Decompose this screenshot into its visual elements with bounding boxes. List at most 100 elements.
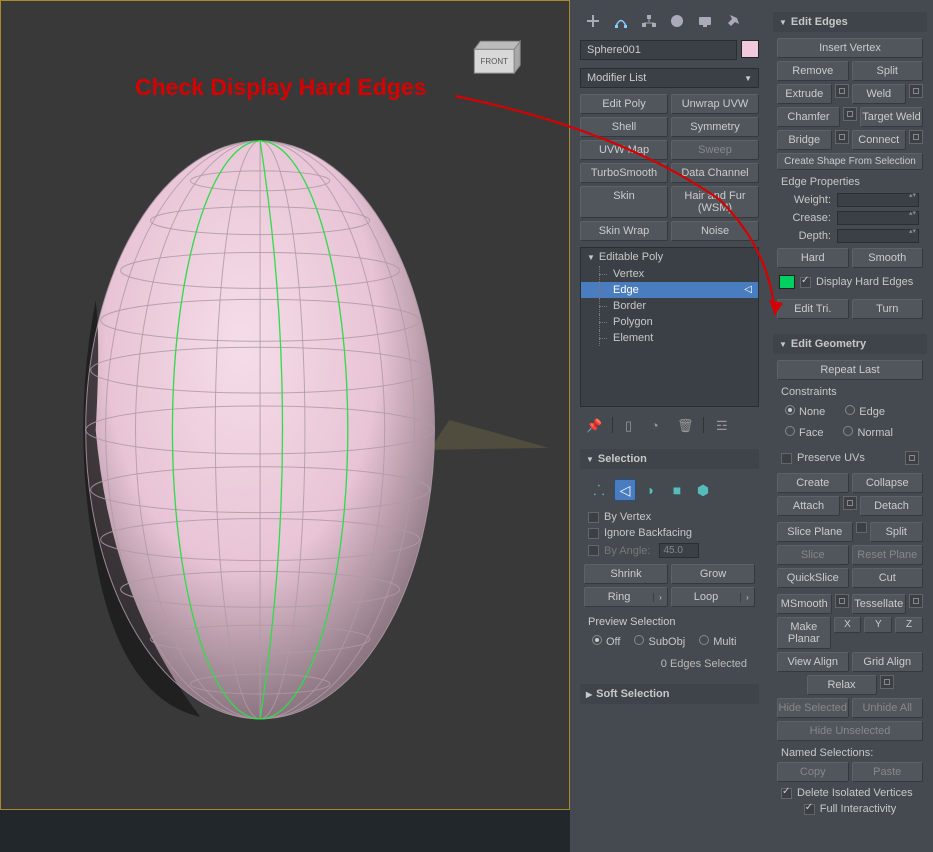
element-mode-icon[interactable]: ⬢ xyxy=(692,479,714,501)
chamfer-settings-icon[interactable] xyxy=(843,107,857,121)
preview-subobj-radio[interactable]: SubObj xyxy=(634,635,685,648)
relax-settings-icon[interactable] xyxy=(880,675,894,689)
planar-x-button[interactable]: X xyxy=(834,617,862,633)
attach-button[interactable]: Attach xyxy=(777,496,840,516)
pin-stack-icon[interactable]: 📌 xyxy=(586,418,600,432)
copy-selection-button[interactable]: Copy xyxy=(777,762,849,782)
depth-spinner[interactable] xyxy=(837,229,919,243)
ring-button[interactable]: Ring› xyxy=(584,587,668,607)
stack-sub-vertex[interactable]: Vertex xyxy=(581,266,758,282)
border-mode-icon[interactable]: ◗ xyxy=(640,479,662,501)
insert-vertex-button[interactable]: Insert Vertex xyxy=(777,38,923,58)
mod-btn-skin[interactable]: Skin xyxy=(580,186,668,218)
planar-z-button[interactable]: Z xyxy=(895,617,923,633)
selection-header[interactable]: Selection xyxy=(580,449,759,469)
create-button[interactable]: Create xyxy=(777,473,849,493)
modifier-list-dropdown[interactable]: Modifier List ▼ xyxy=(580,68,759,88)
paste-selection-button[interactable]: Paste xyxy=(852,762,924,782)
preview-off-radio[interactable]: Off xyxy=(592,635,620,648)
shrink-button[interactable]: Shrink xyxy=(584,564,668,584)
slice-split-button[interactable]: Split xyxy=(870,522,923,542)
mod-btn-shell[interactable]: Shell xyxy=(580,117,668,137)
stack-sub-edge[interactable]: Edge xyxy=(581,282,758,298)
make-planar-button[interactable]: Make Planar xyxy=(777,617,831,649)
mod-btn-unwrapuvw[interactable]: Unwrap UVW xyxy=(671,94,759,114)
constraint-edge-radio[interactable]: Edge xyxy=(845,405,885,418)
cut-button[interactable]: Cut xyxy=(852,568,924,588)
remove-modifier-icon[interactable]: 🗑 xyxy=(677,418,691,432)
edit-edges-header[interactable]: Edit Edges xyxy=(773,12,927,32)
polygon-mode-icon[interactable]: ■ xyxy=(666,479,688,501)
slice-split-checkbox[interactable] xyxy=(856,522,867,533)
target-weld-button[interactable]: Target Weld xyxy=(860,107,923,127)
crease-spinner[interactable] xyxy=(837,211,919,225)
mod-btn-hairfur[interactable]: Hair and Fur (WSM) xyxy=(671,186,759,218)
connect-button[interactable]: Connect xyxy=(852,130,907,150)
modifier-stack[interactable]: Editable Poly Vertex Edge Border Polygon… xyxy=(580,247,759,407)
mod-btn-uvwmap[interactable]: UVW Map xyxy=(580,140,668,160)
reset-plane-button[interactable]: Reset Plane xyxy=(852,545,924,565)
stack-item-editable-poly[interactable]: Editable Poly xyxy=(581,248,758,266)
hard-button[interactable]: Hard xyxy=(777,248,849,268)
stack-sub-polygon[interactable]: Polygon xyxy=(581,314,758,330)
tessellate-button[interactable]: Tessellate xyxy=(852,594,907,614)
slice-button[interactable]: Slice xyxy=(777,545,849,565)
vertex-mode-icon[interactable]: ⸫ xyxy=(588,479,610,501)
hierarchy-tab-icon[interactable] xyxy=(640,12,658,30)
by-angle-checkbox[interactable]: By Angle: xyxy=(584,541,755,560)
stack-sub-element[interactable]: Element xyxy=(581,330,758,346)
ignore-backfacing-checkbox[interactable]: Ignore Backfacing xyxy=(584,525,755,541)
connect-settings-icon[interactable] xyxy=(909,130,923,144)
edit-tri-button[interactable]: Edit Tri. xyxy=(777,299,849,319)
msmooth-settings-icon[interactable] xyxy=(835,594,849,608)
mod-btn-datachannel[interactable]: Data Channel xyxy=(671,163,759,183)
slice-plane-button[interactable]: Slice Plane xyxy=(777,522,853,542)
show-end-result-icon[interactable]: ▯ xyxy=(625,418,639,432)
utilities-tab-icon[interactable] xyxy=(724,12,742,30)
bridge-button[interactable]: Bridge xyxy=(777,130,832,150)
msmooth-button[interactable]: MSmooth xyxy=(777,594,832,614)
object-name-field[interactable] xyxy=(580,40,737,60)
preserve-uvs-checkbox[interactable] xyxy=(781,453,792,464)
hide-unselected-button[interactable]: Hide Unselected xyxy=(777,721,923,741)
object-color-swatch[interactable] xyxy=(741,40,759,58)
mod-btn-skinwrap[interactable]: Skin Wrap xyxy=(580,221,668,241)
turn-button[interactable]: Turn xyxy=(852,299,924,319)
loop-button[interactable]: Loop› xyxy=(671,587,755,607)
configure-sets-icon[interactable]: ☲ xyxy=(716,418,730,432)
tessellate-settings-icon[interactable] xyxy=(909,594,923,608)
attach-list-icon[interactable] xyxy=(843,496,857,510)
extrude-settings-icon[interactable] xyxy=(835,84,849,98)
repeat-last-button[interactable]: Repeat Last xyxy=(777,360,923,380)
edge-mode-icon[interactable]: ◁ xyxy=(614,479,636,501)
edit-geometry-header[interactable]: Edit Geometry xyxy=(773,334,927,354)
weld-settings-icon[interactable] xyxy=(909,84,923,98)
weld-button[interactable]: Weld xyxy=(852,84,907,104)
view-align-button[interactable]: View Align xyxy=(777,652,849,672)
relax-button[interactable]: Relax xyxy=(807,675,877,695)
unhide-all-button[interactable]: Unhide All xyxy=(852,698,924,718)
planar-y-button[interactable]: Y xyxy=(864,617,892,633)
split-button[interactable]: Split xyxy=(852,61,924,81)
mod-btn-turbosmooth[interactable]: TurboSmooth xyxy=(580,163,668,183)
mod-btn-symmetry[interactable]: Symmetry xyxy=(671,117,759,137)
quickslice-button[interactable]: QuickSlice xyxy=(777,568,849,588)
soft-selection-header[interactable]: Soft Selection xyxy=(580,684,759,704)
delete-isolated-checkbox[interactable] xyxy=(781,788,792,799)
hard-edge-color-swatch[interactable] xyxy=(779,275,795,289)
weight-spinner[interactable] xyxy=(837,193,919,207)
mod-btn-editpoly[interactable]: Edit Poly xyxy=(580,94,668,114)
chamfer-button[interactable]: Chamfer xyxy=(777,107,840,127)
grid-align-button[interactable]: Grid Align xyxy=(852,652,924,672)
display-tab-icon[interactable] xyxy=(696,12,714,30)
mod-btn-noise[interactable]: Noise xyxy=(671,221,759,241)
constraint-face-radio[interactable]: Face xyxy=(785,426,823,439)
stack-sub-border[interactable]: Border xyxy=(581,298,758,314)
motion-tab-icon[interactable] xyxy=(668,12,686,30)
bridge-settings-icon[interactable] xyxy=(835,130,849,144)
hide-selected-button[interactable]: Hide Selected xyxy=(777,698,849,718)
create-tab-icon[interactable] xyxy=(584,12,602,30)
modify-tab-icon[interactable] xyxy=(612,12,630,30)
collapse-button[interactable]: Collapse xyxy=(852,473,924,493)
constraint-normal-radio[interactable]: Normal xyxy=(843,426,892,439)
